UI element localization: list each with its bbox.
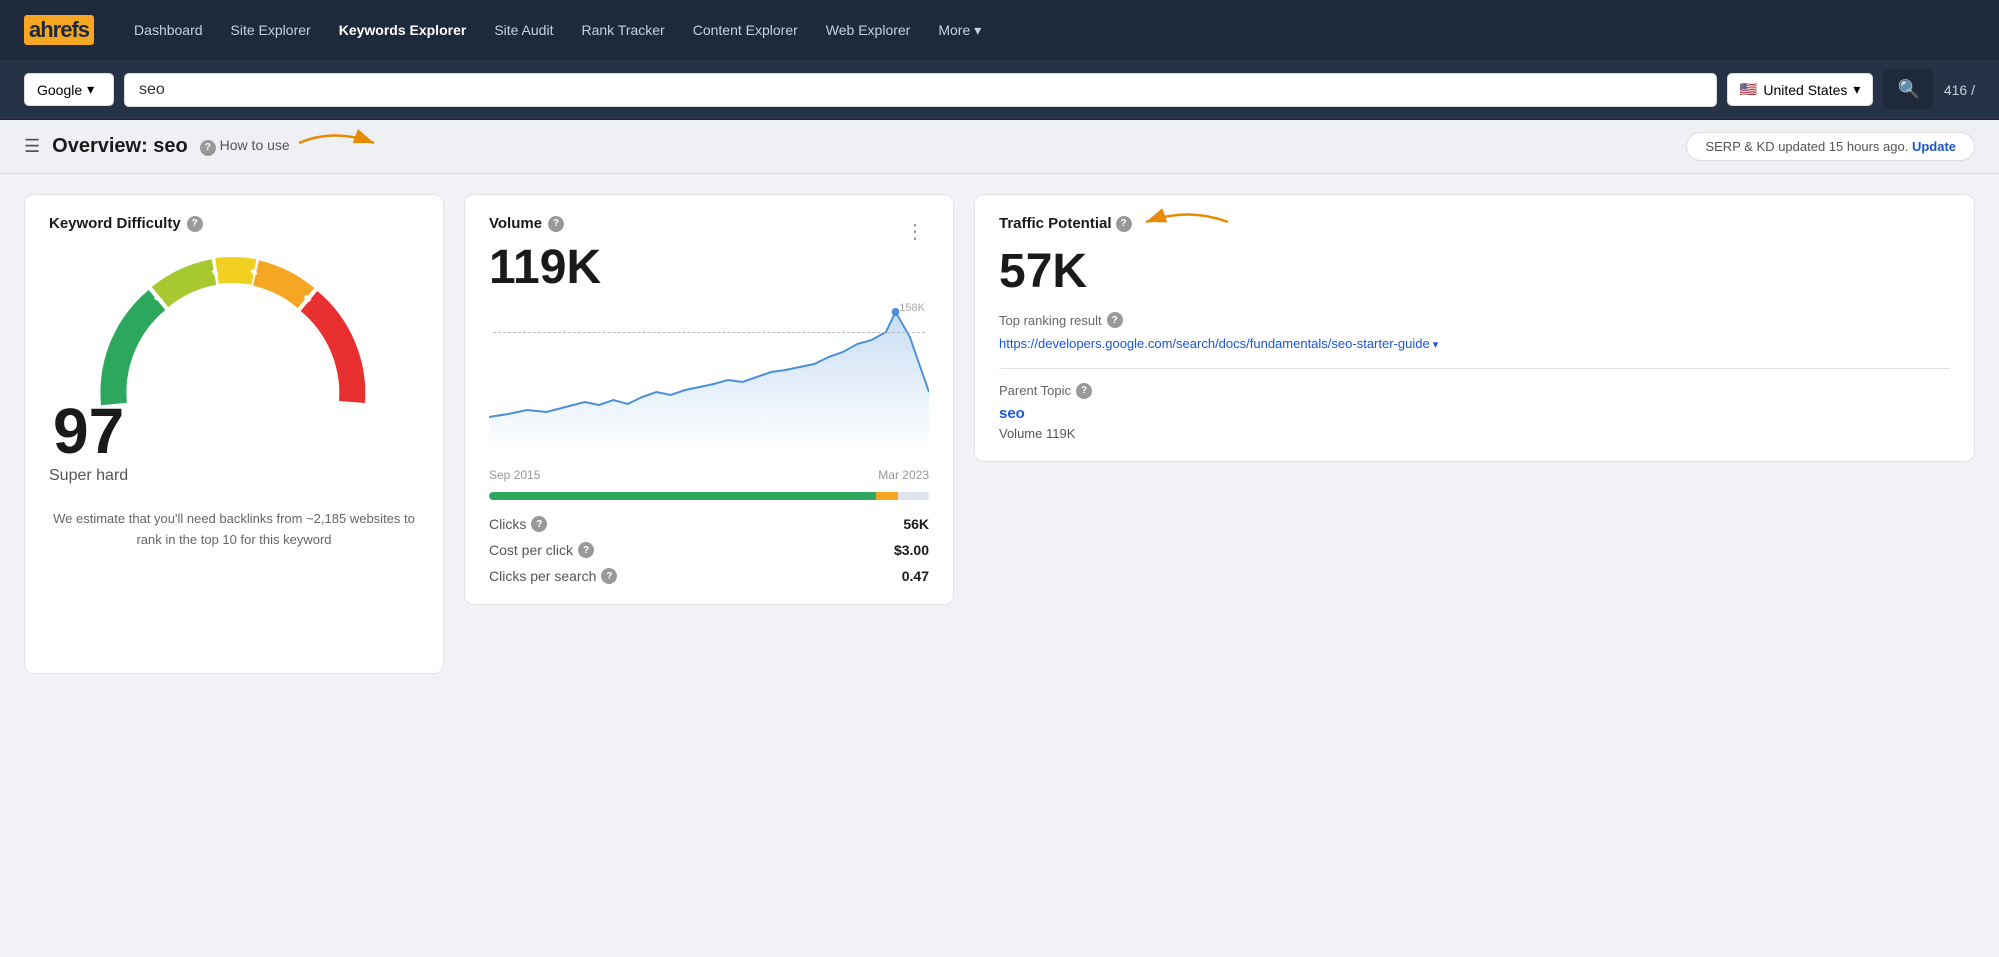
update-notice: SERP & KD updated 15 hours ago. xyxy=(1705,139,1908,154)
chart-date-end: Mar 2023 xyxy=(878,468,929,482)
nav-keywords-explorer[interactable]: Keywords Explorer xyxy=(327,14,479,46)
volume-header: Volume ? 119K ⋮ xyxy=(489,215,929,302)
kd-info-icon[interactable]: ? xyxy=(187,216,203,232)
engine-label: Google xyxy=(37,82,82,98)
engine-dropdown-icon: ▾ xyxy=(87,81,94,98)
clicks-label: Clicks xyxy=(489,516,526,532)
clicks-value: 56K xyxy=(903,516,929,532)
cpc-info-icon[interactable]: ? xyxy=(578,542,594,558)
nav-links: Dashboard Site Explorer Keywords Explore… xyxy=(122,14,1975,47)
top-ranking-info-icon[interactable]: ? xyxy=(1107,312,1123,328)
cps-value: 0.47 xyxy=(902,568,929,584)
hamburger-icon[interactable]: ☰ xyxy=(24,136,40,157)
kd-title-row: Keyword Difficulty ? xyxy=(49,215,203,232)
volume-title-row: Volume ? xyxy=(489,215,601,232)
kd-label: Super hard xyxy=(49,467,128,485)
chart-axis-labels: Sep 2015 Mar 2023 xyxy=(489,468,929,482)
country-select[interactable]: 🇺🇸 United States ▾ xyxy=(1727,73,1874,106)
update-banner: SERP & KD updated 15 hours ago. Update xyxy=(1686,132,1975,161)
cards-area: Keyword Difficulty ? xyxy=(0,174,1999,694)
kd-title: Keyword Difficulty xyxy=(49,215,181,232)
logo-text: ahrefs xyxy=(24,15,94,45)
parent-topic-info-icon[interactable]: ? xyxy=(1076,383,1092,399)
gauge-container xyxy=(49,254,419,419)
search-input[interactable] xyxy=(124,73,1717,107)
traffic-arrow xyxy=(1138,202,1238,242)
country-flag: 🇺🇸 xyxy=(1740,81,1757,98)
nav-rank-tracker[interactable]: Rank Tracker xyxy=(569,14,676,46)
question-icon: ? xyxy=(200,140,216,156)
nav-site-explorer[interactable]: Site Explorer xyxy=(219,14,323,46)
top-nav: ahrefs Dashboard Site Explorer Keywords … xyxy=(0,0,1999,60)
chart-date-start: Sep 2015 xyxy=(489,468,540,482)
traffic-title: Traffic Potential xyxy=(999,215,1112,232)
engine-select[interactable]: Google ▾ xyxy=(24,73,114,106)
search-count: 416 / xyxy=(1944,82,1975,98)
chart-top-label: 158K xyxy=(899,302,925,314)
volume-menu-dots[interactable]: ⋮ xyxy=(901,215,929,248)
nav-more[interactable]: More ▾ xyxy=(926,14,993,47)
cps-info-icon[interactable]: ? xyxy=(601,568,617,584)
logo[interactable]: ahrefs xyxy=(24,15,94,45)
nav-content-explorer[interactable]: Content Explorer xyxy=(681,14,810,46)
page-header: ☰ Overview: seo ? How to use SERP & KD u… xyxy=(0,120,1999,174)
url-expand-icon: ▾ xyxy=(1433,337,1439,354)
gauge-svg xyxy=(84,254,384,419)
volume-number: 119K xyxy=(489,244,601,292)
top-ranking-url[interactable]: https://developers.google.com/search/doc… xyxy=(999,334,1950,354)
volume-card: Volume ? 119K ⋮ 158K xyxy=(464,194,954,605)
how-to-use-arrow xyxy=(294,123,384,163)
clicks-progress-bar xyxy=(489,492,929,500)
top-ranking-label: Top ranking result ? xyxy=(999,312,1950,328)
card-divider xyxy=(999,368,1950,369)
parent-topic-label-row: Parent Topic ? xyxy=(999,383,1950,399)
cps-label: Clicks per search xyxy=(489,568,596,584)
cpc-label: Cost per click xyxy=(489,542,573,558)
traffic-title-row: Traffic Potential ? xyxy=(999,215,1132,232)
update-link[interactable]: Update xyxy=(1912,139,1956,154)
parent-topic-link[interactable]: seo xyxy=(999,405,1950,422)
traffic-card: Traffic Potential ? 57K Top ranking resu… xyxy=(974,194,1975,462)
volume-chart-svg xyxy=(489,302,929,442)
chart-area: 158K xyxy=(489,302,929,462)
stats-rows: Clicks ? 56K Cost per click ? $3.00 Clic… xyxy=(489,516,929,584)
nav-site-audit[interactable]: Site Audit xyxy=(482,14,565,46)
chevron-down-icon: ▾ xyxy=(974,22,981,39)
how-to-use-link[interactable]: ? How to use xyxy=(200,137,290,156)
stat-clicks: Clicks ? 56K xyxy=(489,516,929,532)
volume-title: Volume xyxy=(489,215,542,232)
how-to-use-label: How to use xyxy=(220,137,290,153)
volume-info-icon[interactable]: ? xyxy=(548,216,564,232)
search-button[interactable]: 🔍 xyxy=(1883,70,1933,109)
country-dropdown-icon: ▾ xyxy=(1853,81,1860,98)
page-title: Overview: seo xyxy=(52,135,188,158)
search-bar: Google ▾ 🇺🇸 United States ▾ 🔍 416 / xyxy=(0,60,1999,120)
stat-cpc: Cost per click ? $3.00 xyxy=(489,542,929,558)
traffic-value: 57K xyxy=(999,248,1950,296)
stat-cps: Clicks per search ? 0.47 xyxy=(489,568,929,584)
cpc-value: $3.00 xyxy=(894,542,929,558)
parent-volume-text: Volume 119K xyxy=(999,426,1950,441)
clicks-info-icon[interactable]: ? xyxy=(531,516,547,532)
nav-dashboard[interactable]: Dashboard xyxy=(122,14,215,46)
nav-web-explorer[interactable]: Web Explorer xyxy=(814,14,923,46)
progress-organic xyxy=(489,492,876,500)
kd-card: Keyword Difficulty ? xyxy=(24,194,444,674)
kd-description: We estimate that you'll need backlinks f… xyxy=(49,509,419,551)
progress-paid xyxy=(876,492,898,500)
country-label: United States xyxy=(1763,82,1847,98)
traffic-info-icon[interactable]: ? xyxy=(1116,216,1132,232)
